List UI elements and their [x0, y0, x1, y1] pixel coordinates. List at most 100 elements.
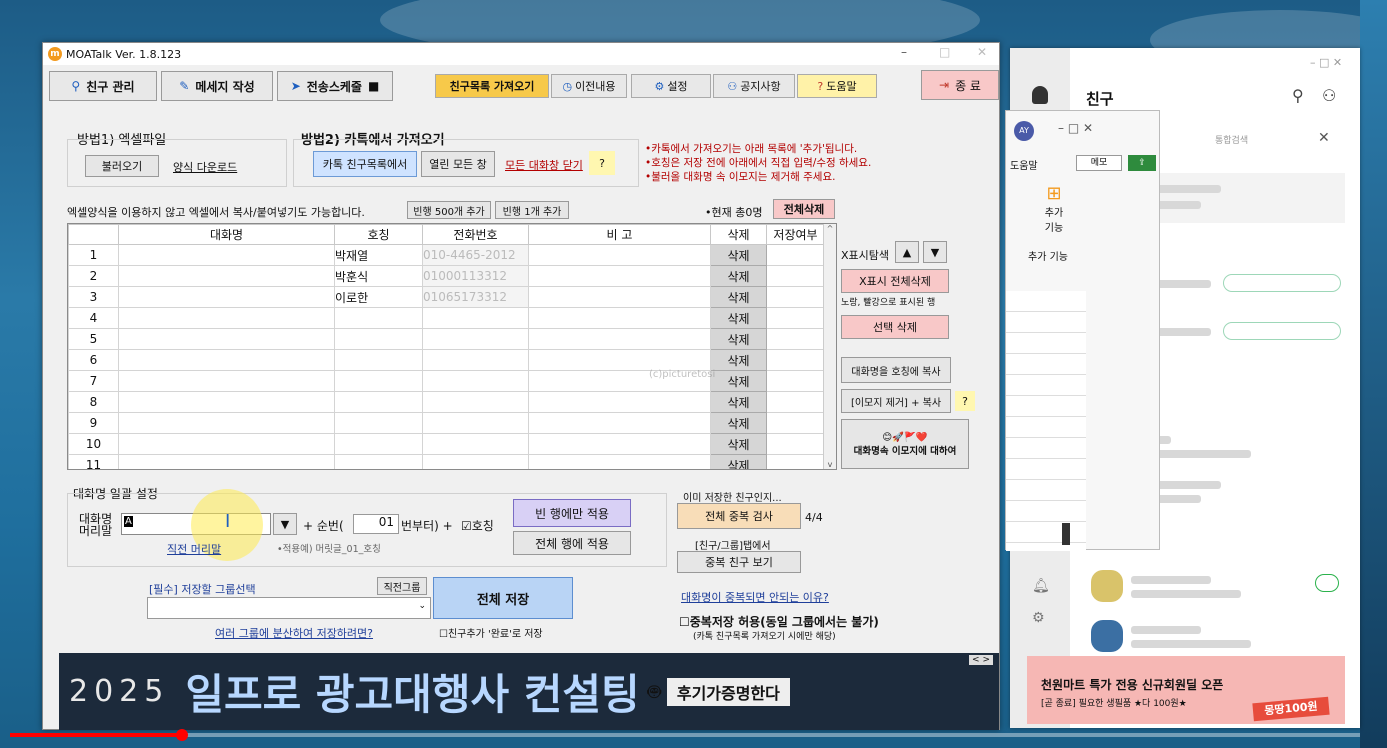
note-cell[interactable]	[528, 286, 711, 308]
row-delete-button[interactable]: 삭제	[710, 265, 767, 287]
selected-delete-button[interactable]: 선택 삭제	[841, 315, 949, 339]
emoji-help-button[interactable]: ?	[955, 391, 975, 411]
apply-all-rows-button[interactable]: 전체 행에 적용	[513, 531, 631, 555]
add-500-rows-button[interactable]: 빈행 500개 추가	[407, 201, 491, 219]
title-cell[interactable]	[334, 412, 423, 434]
multi-group-link[interactable]: 여러 그룹에 분산하여 저장하려면?	[215, 625, 373, 641]
col-header-title[interactable]: 호칭	[334, 224, 423, 245]
col-header-delete[interactable]: 삭제	[710, 224, 767, 245]
close-button[interactable]: ✕	[977, 45, 987, 59]
name-cell[interactable]	[118, 265, 335, 287]
search-icon[interactable]: ⚲	[1292, 86, 1304, 105]
copy-name-to-title-button[interactable]: 대화명을 호칭에 복사	[841, 357, 951, 383]
table-row[interactable]: 6 삭제	[68, 349, 825, 371]
phone-cell[interactable]	[422, 349, 529, 371]
phone-cell[interactable]	[422, 454, 529, 469]
delete-all-button[interactable]: 전체삭제	[773, 199, 835, 219]
full-dup-check-button[interactable]: 전체 중복 검사	[677, 503, 801, 529]
save-all-button[interactable]: 전체 저장	[433, 577, 573, 619]
phone-cell[interactable]	[422, 307, 529, 329]
group-select[interactable]: ⌄	[147, 597, 431, 619]
row-delete-button[interactable]: 삭제	[710, 349, 767, 371]
recent-prefix-link[interactable]: 직전 머리말	[167, 541, 221, 557]
col-header-name[interactable]: 대화명	[118, 224, 335, 245]
load-excel-button[interactable]: 불러오기	[85, 155, 159, 177]
share-icon[interactable]: ⇪	[1128, 155, 1156, 171]
overlay-window-controls[interactable]: – □ ✕	[1058, 121, 1093, 135]
slider-handle[interactable]	[1062, 523, 1070, 545]
open-all-windows-button[interactable]: 열린 모든 창	[421, 151, 495, 177]
x-search-up-button[interactable]: ▲	[895, 241, 919, 263]
note-cell[interactable]	[528, 454, 711, 469]
title-cell[interactable]	[334, 391, 423, 413]
note-cell[interactable]	[528, 412, 711, 434]
ad-banner-bottom[interactable]: 2025 일프로 광고대행사 컨설팅 🤖︎ 후기가증명한다 < >	[59, 653, 999, 730]
add-feature-button[interactable]: ⊞ 추가 기능	[1034, 183, 1074, 243]
title-cell[interactable]	[334, 328, 423, 350]
col-header-phone[interactable]: 전화번호	[422, 224, 529, 245]
title-cell[interactable]	[334, 307, 423, 329]
row-delete-button[interactable]: 삭제	[710, 412, 767, 434]
grid-scrollbar[interactable]: ^ v	[823, 224, 836, 469]
row-delete-button[interactable]: 삭제	[710, 244, 767, 266]
from-friends-list-button[interactable]: 카톡 친구목록에서	[313, 151, 417, 177]
gear-icon[interactable]: ⚙	[1032, 610, 1045, 626]
fetch-list-button[interactable]: 친구목록 가져오기	[435, 74, 549, 98]
title-cell[interactable]	[334, 433, 423, 455]
col-header-saved[interactable]: 저장여부	[766, 224, 825, 245]
phone-cell[interactable]: 01000113312	[422, 265, 529, 287]
col-header-note[interactable]: 비 고	[528, 224, 711, 245]
seq-input[interactable]: 01	[353, 514, 399, 534]
title-cell[interactable]	[334, 454, 423, 469]
help-label[interactable]: 도움말	[1010, 157, 1038, 172]
table-row[interactable]: 3 이로한 01065173312 삭제	[68, 286, 825, 308]
table-row[interactable]: 4 삭제	[68, 307, 825, 329]
maximize-button[interactable]: □	[939, 45, 950, 59]
table-row[interactable]: 8 삭제	[68, 391, 825, 413]
phone-cell[interactable]	[422, 412, 529, 434]
phone-cell[interactable]: 010-4465-2012	[422, 244, 529, 266]
close-all-chats-link[interactable]: 모든 대화창 닫기	[505, 157, 583, 173]
name-cell[interactable]	[118, 412, 335, 434]
table-row[interactable]: 1 박재열 010-4465-2012 삭제	[68, 244, 825, 266]
prefix-dropdown[interactable]: ▼	[273, 513, 297, 535]
note-cell[interactable]	[528, 391, 711, 413]
allow-dup-checkbox[interactable]: ☐중복저장 허용(동일 그룹에서는 불가)	[679, 613, 879, 630]
note-cell[interactable]	[528, 433, 711, 455]
note-cell[interactable]	[528, 349, 711, 371]
ad-banner[interactable]: 천원마트 특가 전용 신규회원딜 오픈 [곧 종료] 필요한 생필품 ★다 10…	[1027, 656, 1345, 724]
phone-cell[interactable]: 01065173312	[422, 286, 529, 308]
video-progress-track[interactable]	[10, 733, 1360, 737]
name-cell[interactable]	[118, 328, 335, 350]
person-icon[interactable]	[1032, 86, 1048, 104]
name-cell[interactable]	[118, 391, 335, 413]
schedule-button[interactable]: ➤ 전송스케줄 ■	[277, 71, 393, 101]
video-progress-handle[interactable]	[176, 729, 188, 741]
list-item[interactable]	[1085, 618, 1345, 658]
save-done-checkbox[interactable]: ☐친구추가 '완료'로 저장	[439, 625, 543, 640]
emoji-remove-copy-button[interactable]: [이모지 제거] + 복사	[841, 389, 951, 413]
prev-group-button[interactable]: 직전그룹	[377, 577, 427, 595]
phone-cell[interactable]	[422, 391, 529, 413]
name-cell[interactable]	[118, 454, 335, 469]
title-cell[interactable]: 이로한	[334, 286, 423, 308]
phone-cell[interactable]	[422, 433, 529, 455]
row-delete-button[interactable]: 삭제	[710, 328, 767, 350]
method2-help-button[interactable]: ?	[589, 151, 615, 175]
note-cell[interactable]	[528, 244, 711, 266]
list-item[interactable]	[1085, 568, 1345, 608]
note-cell[interactable]	[528, 307, 711, 329]
bell-icon[interactable]: 🔔︎	[1032, 578, 1050, 594]
banner-nav[interactable]: < >	[969, 655, 993, 665]
title-cell[interactable]: 박훈식	[334, 265, 423, 287]
close-icon[interactable]: ✕	[1318, 130, 1330, 146]
emoji-about-button[interactable]: 😊🚀🚩❤️ 대화명속 이모지에 대하여	[841, 419, 969, 469]
settings-button[interactable]: ⚙ 설정	[631, 74, 711, 98]
help-button[interactable]: ? 도움말	[797, 74, 877, 98]
table-row[interactable]: 11 삭제	[68, 454, 825, 469]
exit-button[interactable]: ⇥ 종 료	[921, 70, 999, 100]
honor-checkbox[interactable]: ☑호칭	[461, 517, 494, 534]
row-delete-button[interactable]: 삭제	[710, 433, 767, 455]
add-1-row-button[interactable]: 빈행 1개 추가	[495, 201, 569, 219]
apply-empty-rows-button[interactable]: 빈 행에만 적용	[513, 499, 631, 527]
